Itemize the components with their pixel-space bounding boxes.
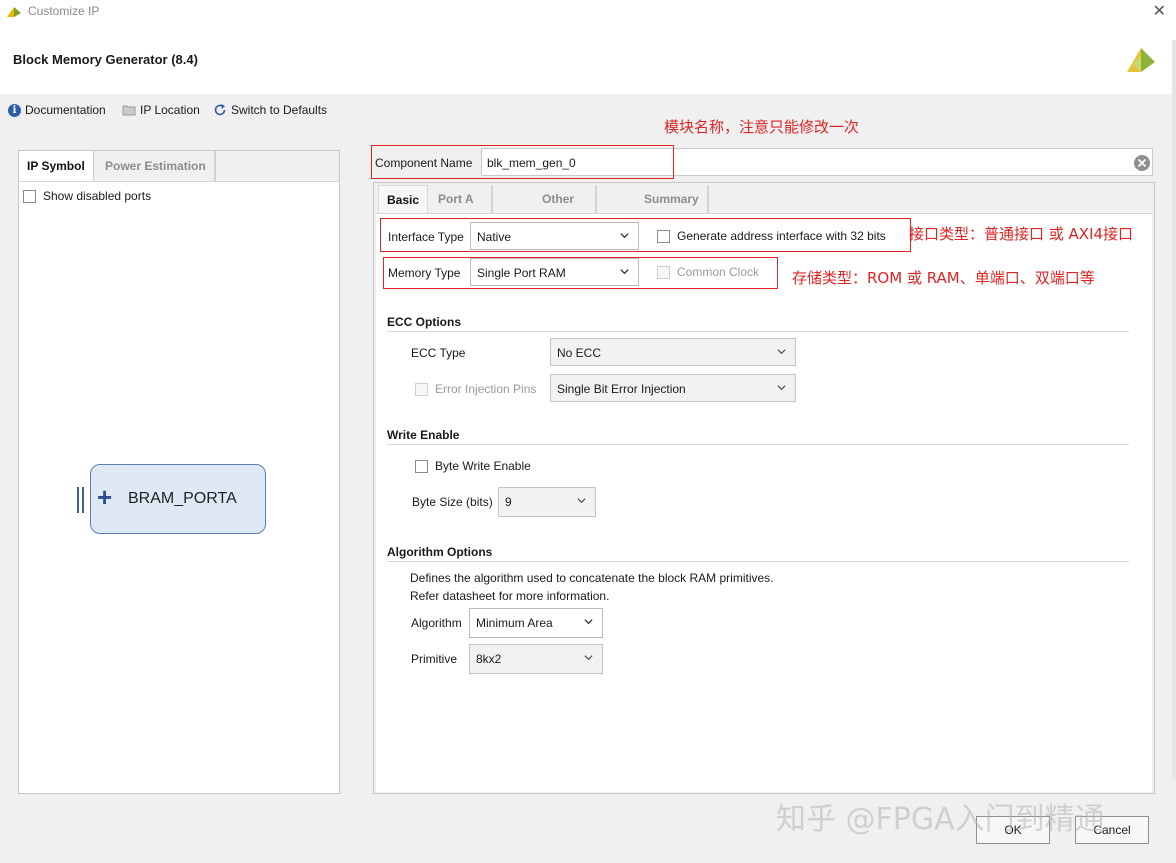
switch-defaults-button[interactable]: Switch to Defaults bbox=[213, 103, 327, 117]
write-enable-section-title: Write Enable bbox=[387, 428, 460, 442]
bram-port-label: BRAM_PORTA bbox=[128, 490, 237, 507]
byte-write-enable-option[interactable]: Byte Write Enable bbox=[415, 459, 531, 473]
toolbar: i Documentation IP Location Switch to De… bbox=[0, 94, 1176, 128]
algorithm-section-title: Algorithm Options bbox=[387, 545, 493, 559]
left-tab-bar: IP Symbol Power Estimation bbox=[19, 151, 339, 182]
tab-port-a-options[interactable]: Port A Options bbox=[430, 185, 494, 234]
chevron-down-icon bbox=[584, 655, 593, 661]
primitive-value: 8kx2 bbox=[476, 652, 502, 666]
info-icon: i bbox=[8, 103, 21, 117]
tab-other-options[interactable]: Other Options bbox=[534, 185, 598, 234]
xilinx-logo-icon bbox=[1127, 48, 1155, 72]
documentation-button[interactable]: i Documentation bbox=[8, 103, 106, 117]
component-name-highlight bbox=[371, 145, 674, 179]
watermark: 知乎 @FPGA入门到精通 bbox=[776, 802, 1105, 837]
byte-write-enable-checkbox[interactable] bbox=[415, 459, 428, 473]
close-icon[interactable]: ✕ bbox=[1153, 1, 1166, 21]
chevron-down-icon bbox=[584, 619, 593, 625]
algorithm-dropdown[interactable]: Minimum Area bbox=[469, 608, 603, 638]
show-disabled-ports-label: Show disabled ports bbox=[43, 189, 152, 203]
show-disabled-ports-option[interactable]: Show disabled ports bbox=[23, 189, 151, 203]
tab-basic[interactable]: Basic bbox=[378, 185, 429, 214]
ip-title: Block Memory Generator (8.4) bbox=[13, 52, 198, 67]
chevron-down-icon bbox=[777, 349, 786, 355]
tab-summary[interactable]: Summary bbox=[636, 185, 709, 213]
xilinx-logo-icon bbox=[7, 7, 21, 17]
folder-icon bbox=[122, 105, 136, 116]
algorithm-label: Algorithm bbox=[411, 616, 462, 630]
refresh-icon bbox=[214, 104, 226, 116]
primitive-label: Primitive bbox=[411, 652, 458, 666]
memory-annotation: 存储类型：ROM 或 RAM、单端口、双端口等 bbox=[792, 269, 1095, 287]
clear-icon[interactable] bbox=[1133, 154, 1151, 172]
error-injection-checkbox bbox=[415, 382, 428, 396]
switch-defaults-label: Switch to Defaults bbox=[231, 103, 328, 117]
ecc-section-title: ECC Options bbox=[387, 315, 461, 329]
error-injection-value: Single Bit Error Injection bbox=[557, 382, 686, 396]
byte-size-value: 9 bbox=[505, 495, 512, 509]
scrollbar[interactable] bbox=[1172, 40, 1176, 780]
byte-size-dropdown[interactable]: 9 bbox=[498, 487, 596, 517]
tab-power-estimation[interactable]: Power Estimation bbox=[97, 151, 216, 181]
component-annotation: 模块名称，注意只能修改一次 bbox=[664, 118, 860, 136]
memory-type-highlight bbox=[383, 257, 778, 289]
tab-ip-symbol[interactable]: IP Symbol bbox=[19, 151, 94, 181]
interface-annotation: 接口类型：普通接口 或 AXI4接口 bbox=[909, 225, 1134, 243]
primitive-dropdown[interactable]: 8kx2 bbox=[469, 644, 603, 674]
window-title: Customize IP bbox=[28, 4, 100, 18]
bus-bar bbox=[77, 487, 79, 513]
error-injection-dropdown[interactable]: Single Bit Error Injection bbox=[550, 374, 796, 402]
ip-location-label: IP Location bbox=[140, 103, 200, 117]
ecc-type-value: No ECC bbox=[557, 346, 602, 360]
error-injection-option: Error Injection Pins bbox=[415, 382, 536, 396]
algorithm-description: Defines the algorithm used to concatenat… bbox=[410, 571, 774, 585]
show-disabled-ports-checkbox[interactable] bbox=[23, 189, 36, 203]
chevron-down-icon bbox=[577, 498, 586, 504]
section-divider bbox=[387, 561, 1129, 562]
title-bar: Customize IP ✕ bbox=[0, 0, 1176, 23]
algorithm-description-note: Refer datasheet for more information. bbox=[410, 589, 610, 603]
ip-location-button[interactable]: IP Location bbox=[122, 103, 200, 117]
error-injection-label: Error Injection Pins bbox=[435, 382, 537, 396]
documentation-label: Documentation bbox=[25, 103, 106, 117]
dialog-header: Block Memory Generator (8.4) bbox=[0, 22, 1176, 94]
basic-tab-content: Interface Type Native Generate address i… bbox=[376, 213, 1152, 792]
expand-plus-icon[interactable]: + bbox=[97, 481, 112, 513]
byte-write-enable-label: Byte Write Enable bbox=[435, 459, 531, 473]
ecc-type-label: ECC Type bbox=[411, 346, 466, 360]
byte-size-label: Byte Size (bits) bbox=[412, 495, 493, 509]
bram-porta-interface[interactable]: + BRAM_PORTA bbox=[90, 464, 266, 534]
chevron-down-icon bbox=[777, 385, 786, 391]
section-divider bbox=[387, 444, 1129, 445]
interface-type-highlight bbox=[380, 218, 911, 252]
section-divider bbox=[387, 331, 1129, 332]
bus-bar bbox=[82, 487, 84, 513]
ecc-type-dropdown[interactable]: No ECC bbox=[550, 338, 796, 366]
algorithm-value: Minimum Area bbox=[476, 616, 553, 630]
